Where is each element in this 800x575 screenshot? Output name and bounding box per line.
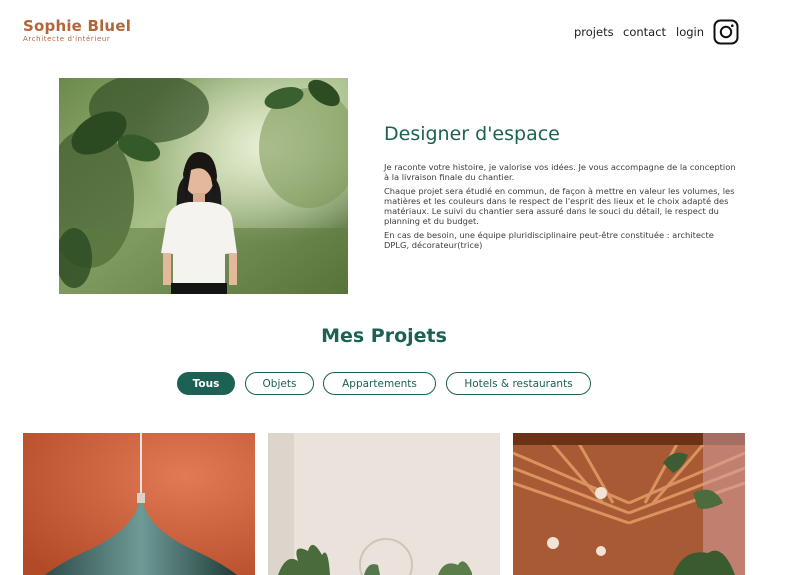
gallery-item-restaurant — [513, 433, 745, 575]
nav-login-link[interactable]: login — [676, 25, 704, 39]
instagram-icon[interactable] — [713, 19, 739, 45]
introduction-paragraph-1: Je raconte votre histoire, je valorise v… — [384, 162, 736, 182]
logo-subtitle: Architecte d'intérieur — [23, 35, 111, 43]
introduction-paragraph-3: En cas de besoin, une équipe pluridiscip… — [384, 230, 714, 250]
filter-objets-button[interactable]: Objets — [245, 372, 314, 395]
site-header: Sophie Bluel Architecte d'intérieur proj… — [0, 0, 800, 60]
site-logo[interactable]: Sophie Bluel Architecte d'intérieur — [23, 18, 131, 43]
architect-portrait-image — [59, 78, 348, 294]
gallery-item-lamp — [23, 433, 255, 575]
introduction-text: Designer d'espace Je raconte votre histo… — [384, 122, 736, 254]
filter-appartements-button[interactable]: Appartements — [323, 372, 436, 395]
logo-name: Sophie Bluel — [23, 17, 132, 35]
filter-tous-button[interactable]: Tous — [177, 372, 235, 395]
nav-projets-link[interactable]: projets — [574, 25, 614, 39]
nav-contact-link[interactable]: contact — [623, 25, 666, 39]
gallery-item-living-room — [268, 433, 500, 575]
introduction-paragraph-2: Chaque projet sera étudié en commun, de … — [384, 186, 735, 226]
introduction-title: Designer d'espace — [384, 123, 560, 145]
projects-title: Mes Projets — [321, 325, 447, 347]
filter-hotels-restaurants-button[interactable]: Hotels & restaurants — [446, 372, 591, 395]
